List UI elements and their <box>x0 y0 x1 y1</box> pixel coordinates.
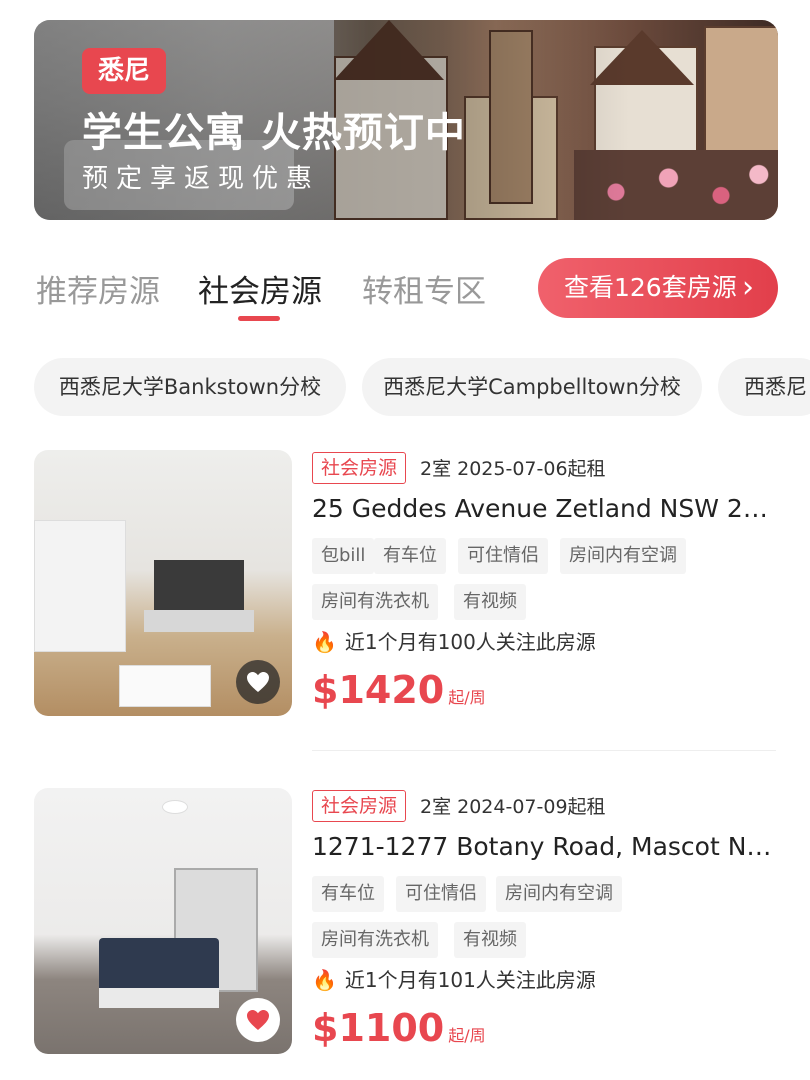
city-badge: 悉尼 <box>82 48 166 94</box>
listing-tag: 房间内有空调 <box>496 876 622 912</box>
listing-popularity: 🔥 近1个月有101人关注此房源 <box>312 964 596 993</box>
photo-bed-base <box>99 988 219 1008</box>
listing-tag: 可住情侣 <box>458 538 548 574</box>
listing-tag: 有车位 <box>374 538 446 574</box>
popularity-text: 近1个月有100人关注此房源 <box>344 630 596 654</box>
price-unit: 起/周 <box>448 1026 486 1045</box>
photo-table <box>119 665 211 707</box>
tab-social-housing[interactable]: 社会房源 <box>198 266 322 311</box>
listing-tag: 房间有洗衣机 <box>312 922 438 958</box>
banner-title: 学生公寓 火热预订中 <box>82 110 466 156</box>
filter-chip-partial[interactable]: 西悉尼 <box>718 358 810 416</box>
listing-address[interactable]: 25 Geddes Avenue Zetland NSW 2017 <box>312 494 782 523</box>
listing-tag: 有视频 <box>454 922 526 958</box>
photo-lamp <box>162 800 188 814</box>
listing-price: $1420 起/周 <box>312 668 486 712</box>
active-tab-indicator <box>238 316 280 321</box>
photo-wall <box>34 520 126 652</box>
listing-type-badge: 社会房源 <box>312 790 407 822</box>
listing-address[interactable]: 1271-1277 Botany Road, Mascot NS... <box>312 832 782 861</box>
listing-photo[interactable] <box>34 788 292 1054</box>
chevron-right-icon: › <box>742 270 754 305</box>
listing-tag: 房间内有空调 <box>560 538 686 574</box>
tab-sublet[interactable]: 转租专区 <box>362 266 486 311</box>
banner-subtitle: 预定享返现优惠 <box>82 164 321 194</box>
tab-recommended[interactable]: 推荐房源 <box>36 266 160 311</box>
listing-popularity: 🔥 近1个月有100人关注此房源 <box>312 626 596 655</box>
listing-tag: 有车位 <box>312 876 384 912</box>
listing-meta: 2室 2024-07-09起租 <box>420 796 606 818</box>
listing-card[interactable]: 社会房源 2室 2025-07-06起租 25 Geddes Avenue Ze… <box>34 450 810 720</box>
view-all-listings-button[interactable]: 查看126套房源 › <box>538 258 778 318</box>
price-amount: $1420 <box>312 668 445 712</box>
flame-icon: 🔥 <box>312 968 337 992</box>
price-unit: 起/周 <box>448 688 486 707</box>
flame-icon: 🔥 <box>312 630 337 654</box>
listing-card[interactable]: 社会房源 2室 2024-07-09起租 1271-1277 Botany Ro… <box>34 788 810 1058</box>
listing-meta: 2室 2025-07-06起租 <box>420 458 606 480</box>
listing-divider <box>312 750 776 751</box>
filter-chip-bankstown[interactable]: 西悉尼大学Bankstown分校 <box>34 358 346 416</box>
listing-type-badge: 社会房源 <box>312 452 407 484</box>
listing-photo[interactable] <box>34 450 292 716</box>
photo-bed <box>99 938 219 993</box>
heart-icon <box>247 1010 269 1030</box>
photo-counter <box>144 610 254 632</box>
price-amount: $1100 <box>312 1006 445 1050</box>
filter-chip-campbelltown[interactable]: 西悉尼大学Campbelltown分校 <box>362 358 702 416</box>
favorite-button[interactable] <box>236 660 280 704</box>
popularity-text: 近1个月有101人关注此房源 <box>344 968 596 992</box>
listing-price: $1100 起/周 <box>312 1006 486 1050</box>
listing-tag: 房间有洗衣机 <box>312 584 438 620</box>
heart-icon <box>247 672 269 692</box>
listing-tag: 有视频 <box>454 584 526 620</box>
listing-tag: 可住情侣 <box>396 876 486 912</box>
view-all-listings-label: 查看126套房源 <box>564 273 737 302</box>
favorite-button[interactable] <box>236 998 280 1042</box>
listing-tag: 包bill <box>312 538 375 574</box>
